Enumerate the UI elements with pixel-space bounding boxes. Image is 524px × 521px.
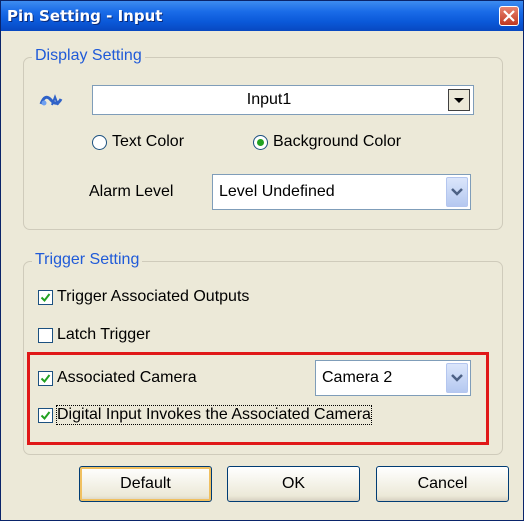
- pin-name-dropdown-button[interactable]: [448, 89, 470, 111]
- alarm-level-label: Alarm Level: [89, 183, 174, 200]
- camera-select[interactable]: Camera 2: [315, 360, 471, 396]
- associated-camera-check[interactable]: [38, 370, 53, 386]
- trigger-outputs-label: Trigger Associated Outputs: [57, 288, 250, 305]
- checkmark-icon: [40, 410, 51, 420]
- chevron-down-icon: [451, 374, 463, 382]
- digital-input-check[interactable]: [38, 407, 53, 423]
- alarm-level-value: Level Undefined: [219, 183, 335, 200]
- checkmark-icon: [40, 292, 51, 302]
- pin-signal-icon: [39, 94, 63, 106]
- background-color-label: Background Color: [273, 133, 402, 150]
- latch-trigger-checkbox[interactable]: Latch Trigger: [38, 326, 150, 344]
- close-button[interactable]: [499, 6, 519, 26]
- display-setting-legend: Display Setting: [32, 47, 145, 65]
- text-color-label: Text Color: [112, 133, 185, 150]
- pin-setting-dialog: Pin Setting - Input Display Setting Inpu…: [0, 0, 524, 521]
- background-color-radio[interactable]: Background Color: [253, 133, 401, 151]
- chevron-down-icon: [454, 98, 464, 103]
- title-bar[interactable]: Pin Setting - Input: [1, 1, 523, 31]
- pin-name-select[interactable]: Input1: [92, 85, 474, 115]
- associated-camera-checkbox[interactable]: Associated Camera: [38, 369, 197, 387]
- alarm-level-dropdown-button[interactable]: [446, 177, 468, 207]
- trigger-setting-legend: Trigger Setting: [32, 251, 143, 269]
- associated-camera-label: Associated Camera: [57, 369, 197, 386]
- checkmark-icon: [40, 373, 51, 383]
- camera-value: Camera 2: [322, 369, 393, 386]
- latch-trigger-check[interactable]: [38, 327, 53, 343]
- camera-dropdown-button[interactable]: [446, 363, 468, 393]
- trigger-outputs-check[interactable]: [38, 289, 53, 305]
- chevron-down-icon: [451, 188, 463, 196]
- window-title: Pin Setting - Input: [7, 7, 163, 25]
- digital-input-label: Digital Input Invokes the Associated Cam…: [56, 405, 372, 425]
- background-color-radio-circle[interactable]: [253, 134, 268, 150]
- text-color-radio[interactable]: Text Color: [92, 133, 184, 151]
- pin-name-value: Input1: [246, 91, 292, 108]
- alarm-level-select[interactable]: Level Undefined: [212, 174, 471, 210]
- text-color-radio-circle[interactable]: [92, 134, 107, 150]
- close-icon: [503, 10, 515, 22]
- trigger-outputs-checkbox[interactable]: Trigger Associated Outputs: [38, 288, 249, 306]
- cancel-button[interactable]: Cancel: [376, 466, 509, 502]
- ok-button[interactable]: OK: [227, 466, 360, 502]
- latch-trigger-label: Latch Trigger: [57, 326, 151, 343]
- default-button[interactable]: Default: [79, 466, 212, 502]
- digital-input-checkbox[interactable]: Digital Input Invokes the Associated Cam…: [38, 405, 372, 425]
